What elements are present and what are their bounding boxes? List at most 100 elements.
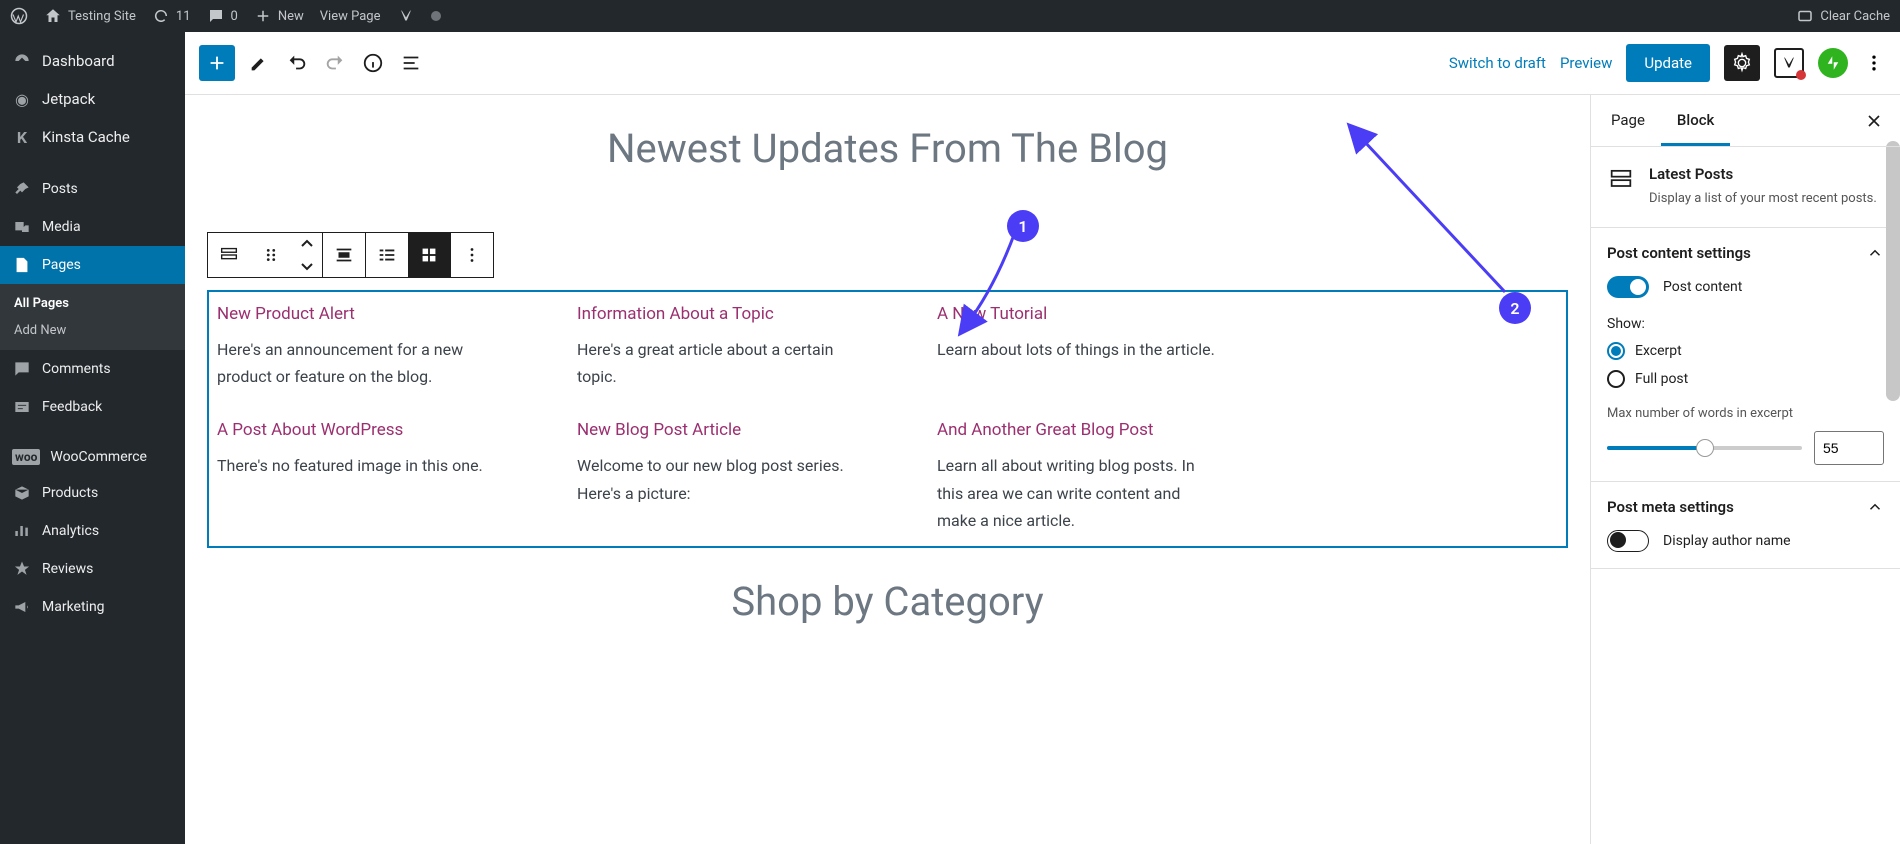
more-options-button[interactable] xyxy=(1862,45,1886,81)
tab-page[interactable]: Page xyxy=(1595,95,1661,146)
grid-view-icon xyxy=(418,244,440,266)
woocommerce-icon: woo xyxy=(12,449,40,465)
admin-sidebar: Dashboard ◉ Jetpack KKinsta Cache Posts M… xyxy=(0,32,185,844)
megaphone-icon xyxy=(12,597,32,617)
section-toggle[interactable]: Post meta settings xyxy=(1607,498,1884,516)
sidebar-item-pages[interactable]: Pages xyxy=(0,246,185,284)
block-more-button[interactable] xyxy=(451,233,493,277)
yoast-icon xyxy=(1780,54,1798,72)
block-type-button[interactable] xyxy=(208,233,250,277)
view-page-link[interactable]: View Page xyxy=(320,9,381,24)
maxwords-input[interactable] xyxy=(1814,431,1884,465)
post-content-toggle[interactable] xyxy=(1607,276,1649,298)
sidebar-item-reviews[interactable]: Reviews xyxy=(0,550,185,588)
editor-canvas[interactable]: Newest Updates From The Blog xyxy=(185,95,1590,844)
cache-icon xyxy=(1796,7,1814,25)
heading-block[interactable]: Shop by Category xyxy=(195,578,1580,625)
move-down-button[interactable] xyxy=(292,255,322,277)
post-excerpt: Learn about lots of things in the articl… xyxy=(937,336,1217,363)
edit-tool-button[interactable] xyxy=(245,49,273,77)
sidebar-label: Feedback xyxy=(42,399,102,415)
post-title-link[interactable]: Information About a Topic xyxy=(577,304,857,324)
wp-logo[interactable] xyxy=(10,7,28,25)
maxwords-slider[interactable] xyxy=(1607,446,1802,450)
heading-block[interactable]: Newest Updates From The Blog xyxy=(195,125,1580,172)
list-view-button[interactable] xyxy=(366,233,408,277)
sidebar-item-feedback[interactable]: Feedback xyxy=(0,388,185,426)
pin-icon xyxy=(12,179,32,199)
post-meta-settings-section: Post meta settings Display author name xyxy=(1591,482,1900,569)
block-description: Display a list of your most recent posts… xyxy=(1649,189,1877,209)
scrollbar[interactable] xyxy=(1886,141,1900,401)
submenu-all-pages[interactable]: All Pages xyxy=(0,290,185,317)
annotation-marker-2: 2 xyxy=(1499,292,1531,324)
settings-toggle-button[interactable] xyxy=(1724,45,1760,81)
post-title-link[interactable]: New Blog Post Article xyxy=(577,420,857,440)
sidebar-item-products[interactable]: Products xyxy=(0,474,185,512)
drag-handle[interactable] xyxy=(250,233,292,277)
annotation-marker-1: 1 xyxy=(1007,210,1039,242)
align-button[interactable] xyxy=(323,233,365,277)
radio-input[interactable] xyxy=(1607,370,1625,388)
sidebar-item-marketing[interactable]: Marketing xyxy=(0,588,185,626)
chevron-up-icon xyxy=(1866,244,1884,262)
radio-input[interactable] xyxy=(1607,342,1625,360)
drag-icon xyxy=(260,244,282,266)
sidebar-item-dashboard[interactable]: Dashboard xyxy=(0,42,185,80)
update-button[interactable]: Update xyxy=(1626,44,1710,82)
radio-full-post[interactable]: Full post xyxy=(1607,370,1884,388)
refresh-icon xyxy=(152,7,170,25)
jetpack-button[interactable] xyxy=(1818,48,1848,78)
sidebar-item-jetpack[interactable]: ◉ Jetpack xyxy=(0,80,185,118)
submenu-add-new[interactable]: Add New xyxy=(0,317,185,344)
sidebar-item-comments[interactable]: Comments xyxy=(0,350,185,388)
comments-link[interactable]: 0 xyxy=(207,7,238,25)
plus-icon xyxy=(254,7,272,25)
sidebar-item-posts[interactable]: Posts xyxy=(0,170,185,208)
post-card: A New Tutorial Learn about lots of things… xyxy=(937,304,1217,390)
show-label: Show: xyxy=(1607,316,1884,332)
yoast-button[interactable] xyxy=(1774,48,1804,78)
outline-button[interactable] xyxy=(397,49,425,77)
undo-button[interactable] xyxy=(283,49,311,77)
sidebar-item-media[interactable]: Media xyxy=(0,208,185,246)
site-name-link[interactable]: Testing Site xyxy=(44,7,136,25)
tab-block[interactable]: Block xyxy=(1661,95,1730,146)
close-settings-button[interactable] xyxy=(1852,95,1896,146)
post-title-link[interactable]: And Another Great Blog Post xyxy=(937,420,1217,440)
grid-view-button[interactable] xyxy=(408,233,450,277)
updates-link[interactable]: 11 xyxy=(152,7,191,25)
block-settings-panel: Page Block Latest Posts Display a list o… xyxy=(1590,95,1900,844)
sidebar-item-woocommerce[interactable]: wooWooCommerce xyxy=(0,440,185,474)
sidebar-label: Jetpack xyxy=(42,90,95,108)
switch-to-draft-link[interactable]: Switch to draft xyxy=(1449,54,1546,72)
maxwords-label: Max number of words in excerpt xyxy=(1607,406,1884,421)
add-block-button[interactable] xyxy=(199,45,235,81)
redo-button[interactable] xyxy=(321,49,349,77)
plus-icon xyxy=(206,52,228,74)
pages-icon xyxy=(12,255,32,275)
comments-count: 0 xyxy=(231,9,238,24)
radio-excerpt[interactable]: Excerpt xyxy=(1607,342,1884,360)
preview-link[interactable]: Preview xyxy=(1560,54,1612,72)
jetpack-icon: ◉ xyxy=(12,89,32,109)
dashboard-icon xyxy=(12,51,32,71)
display-author-toggle[interactable] xyxy=(1607,530,1649,552)
post-title-link[interactable]: A New Tutorial xyxy=(937,304,1217,324)
move-up-button[interactable] xyxy=(292,233,322,255)
submenu-label: Add New xyxy=(14,323,66,338)
post-title-link[interactable]: A Post About WordPress xyxy=(217,420,497,440)
new-link[interactable]: New xyxy=(254,7,304,25)
sidebar-item-kinsta[interactable]: KKinsta Cache xyxy=(0,118,185,156)
section-toggle[interactable]: Post content settings xyxy=(1607,244,1884,262)
info-button[interactable] xyxy=(359,49,387,77)
post-excerpt: Welcome to our new blog post series. Her… xyxy=(577,452,857,506)
feedback-icon xyxy=(12,397,32,417)
clear-cache-link[interactable]: Clear Cache xyxy=(1796,7,1890,25)
redo-icon xyxy=(324,52,346,74)
star-icon xyxy=(12,559,32,579)
yoast-bar-icon[interactable] xyxy=(397,7,415,25)
sidebar-item-analytics[interactable]: Analytics xyxy=(0,512,185,550)
post-title-link[interactable]: New Product Alert xyxy=(217,304,497,324)
latest-posts-block[interactable]: New Product AlertHere's an announcement … xyxy=(207,290,1568,548)
